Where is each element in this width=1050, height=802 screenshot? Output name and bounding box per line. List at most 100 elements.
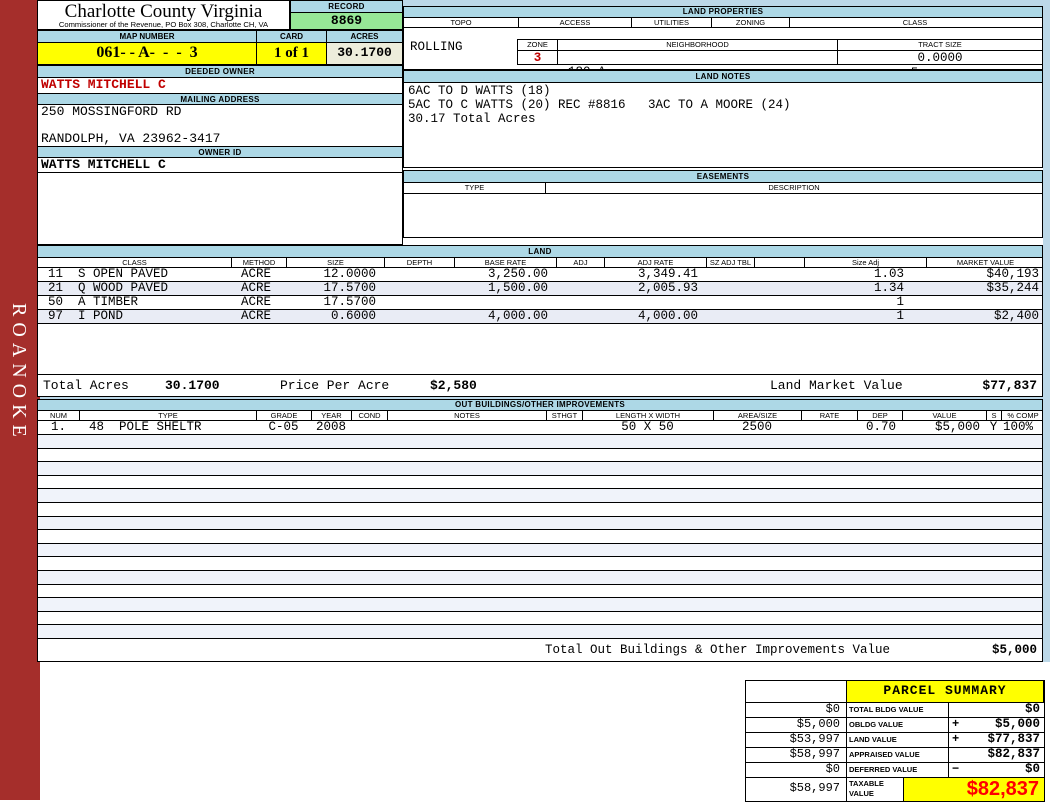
total-acres-label: Total Acres: [43, 378, 129, 393]
column-header-num: NUM: [49, 411, 68, 420]
record-label: RECORD: [291, 1, 402, 13]
land-note-line: 5AC TO C WATTS (20) REC #8816 3AC TO A M…: [408, 98, 791, 112]
cell-depth: [384, 282, 454, 295]
land-table-title: LAND: [38, 246, 1042, 258]
empty-row: [38, 489, 1042, 503]
cell-dep: 0.70: [865, 420, 896, 434]
cell-size-adj: 1.34: [873, 281, 904, 295]
column-header-access: ACCESS: [518, 18, 631, 27]
easements-panel: EASEMENTS TYPE DESCRIPTION: [403, 170, 1043, 238]
current-value: $82,837: [987, 747, 1040, 761]
label-land-value: LAND VALUE: [847, 733, 948, 747]
column-header-market-value: MARKET VALUE: [926, 258, 1044, 267]
cell-adj-rate: 2,005.93: [637, 281, 698, 295]
price-per-acre-label: Price Per Acre: [280, 378, 390, 393]
empty-row: [38, 476, 1042, 490]
value-obldg-value: + $5,000: [949, 718, 1044, 732]
cell-class: 50 A TIMBER: [48, 295, 139, 309]
empty-row: [38, 570, 1042, 585]
neighborhood-value: 180 A Roanoke: [557, 50, 837, 93]
parcel-summary-empty-cell: [746, 681, 846, 702]
zone-neighborhood-table: ZONE NEIGHBORHOOD TRACT SIZE 3 180 A Roa…: [517, 39, 1043, 93]
column-header-type: TYPE: [79, 411, 256, 420]
cell-size: 12.0000: [323, 267, 376, 281]
cell-size-adj: 1: [896, 309, 904, 323]
deeded-owner-value: WATTS MITCHELL C: [41, 77, 166, 92]
out-buildings-table: OUT BUILDINGS/OTHER IMPROVEMENTS NUM TYP…: [37, 399, 1043, 662]
cell-class: 21 Q WOOD PAVED: [48, 281, 169, 295]
zone-label: ZONE: [517, 39, 557, 50]
current-value: $0: [1024, 762, 1040, 776]
column-header-method: METHOD: [231, 258, 286, 267]
label-total-bldg-value: TOTAL BLDG VALUE: [847, 703, 948, 717]
cell-blank: [754, 310, 804, 323]
prev-obldg-value: $5,000: [746, 718, 846, 732]
column-header-cond: COND: [351, 411, 387, 420]
card-value: 1 of 1: [256, 43, 326, 64]
owner-panel: DEEDED OWNER WATTS MITCHELL C MAILING AD…: [37, 65, 403, 245]
tract-size-value: 0.0000: [837, 50, 1043, 65]
parcel-summary-header-row: PARCEL SUMMARY: [745, 680, 1045, 703]
label-taxable-value: TAXABLE VALUE: [847, 778, 903, 801]
owner-id-value: WATTS MITCHELL C: [38, 158, 402, 173]
column-header-adj: ADJ: [556, 258, 604, 267]
cell-method: ACRE: [241, 309, 272, 323]
cell-base-rate: 4,000.00: [487, 309, 548, 323]
cell-adj-rate: 4,000.00: [637, 309, 698, 323]
total-acres-value: 30.1700: [165, 378, 220, 393]
address-line-1: 250 MOSSINGFORD RD: [41, 104, 182, 119]
column-header-size: SIZE: [286, 258, 384, 267]
acres-label: ACRES: [326, 31, 402, 43]
cell-pct-comp: 100%: [1003, 420, 1034, 434]
map-number-value: 061- - A- - - 3: [38, 43, 256, 64]
column-header-value: VALUE: [902, 411, 986, 420]
easements-title: EASEMENTS: [404, 171, 1042, 183]
cell-rate: [801, 421, 857, 434]
column-header-area-size: AREA/SIZE: [713, 411, 801, 420]
land-row: 50 A TIMBER ACRE 17.5700 1: [38, 296, 1042, 310]
cell-base-rate: [454, 296, 556, 309]
empty-row: [38, 598, 1042, 612]
cell-grade: C-05: [268, 420, 299, 434]
cell-adj-rate: [604, 296, 706, 309]
county-header: Charlotte County Virginia Commissioner o…: [37, 0, 290, 30]
cell-size: 17.5700: [323, 295, 376, 309]
column-header-utilities: UTILITIES: [631, 18, 711, 27]
land-notes-title: LAND NOTES: [404, 71, 1042, 83]
taxable-value: $82,837: [904, 778, 1044, 801]
cell-adj: [556, 310, 604, 323]
empty-row: [38, 503, 1042, 517]
column-header-grade: GRADE: [256, 411, 311, 420]
land-properties-panel: LAND PROPERTIES TOPO ACCESS UTILITIES ZO…: [403, 6, 1043, 93]
column-header-class: CLASS: [122, 258, 147, 267]
label-appraised-value: APPRAISED VALUE: [847, 748, 948, 762]
cell-adj: [556, 268, 604, 281]
operator: −: [952, 762, 960, 776]
column-header-sz-adj-tbl: SZ ADJ TBL: [706, 258, 754, 267]
operator: +: [952, 732, 960, 746]
record-box: RECORD 8869: [290, 0, 403, 30]
column-header-length-width: LENGTH X WIDTH: [582, 411, 713, 420]
cell-s: Y: [989, 420, 998, 434]
land-note-line: 30.17 Total Acres: [408, 112, 536, 126]
parcel-summary: PARCEL SUMMARY $0 TOTAL BLDG VALUE $0 $5…: [745, 680, 1045, 802]
empty-row: [38, 462, 1042, 476]
card-label: CARD: [256, 31, 326, 43]
column-header-base-rate: BASE RATE: [454, 258, 556, 267]
county-subtitle: Commissioner of the Revenue, PO Box 308,…: [58, 20, 269, 29]
cell-year: 2008: [315, 420, 346, 434]
cell-length-width: 50 X 50: [621, 420, 674, 434]
land-row: 21 Q WOOD PAVED ACRE 17.5700 1,500.00 2,…: [38, 282, 1042, 296]
land-table-empty-area: [38, 324, 1042, 374]
tract-size-label: TRACT SIZE: [837, 39, 1043, 50]
cell-depth: [384, 310, 454, 323]
land-totals-row: Total Acres 30.1700 Price Per Acre $2,58…: [38, 374, 1042, 396]
county-title: Charlotte County Virginia: [64, 1, 263, 22]
prev-taxable-value: $58,997: [746, 778, 846, 801]
out-buildings-total-label: Total Out Buildings & Other Improvements…: [545, 643, 891, 657]
cell-depth: [384, 268, 454, 281]
label-deferred-value: DEFERRED VALUE: [847, 763, 948, 777]
empty-row: [38, 585, 1042, 599]
cell-method: ACRE: [241, 295, 272, 309]
record-value: 8869: [291, 13, 402, 29]
